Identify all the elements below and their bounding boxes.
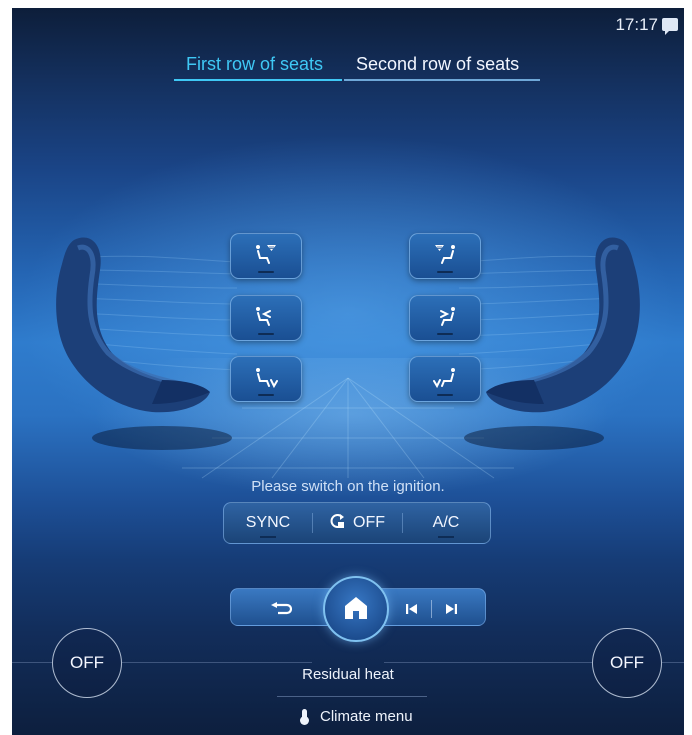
tab-first-row-underline [174,79,342,81]
nav-divider [431,600,432,618]
left-seat-fan-indicator [258,271,274,273]
home-icon [345,597,367,619]
right-off-line [662,662,684,663]
seat-ventilation-fan-icon [435,245,455,264]
right-seat [464,237,640,450]
left-seat-footwell-indicator [258,394,274,396]
recirculation-icon [330,514,344,528]
right-seat-fan-indicator [437,271,453,273]
sync-indicator [260,536,276,538]
seat-footwell-icon [256,368,278,389]
ac-label: A/C [432,514,460,531]
tab-first-row[interactable]: First row of seats [186,54,323,75]
sync-button[interactable]: SYNC [224,503,312,543]
left-divider-line [122,662,312,663]
recirculation-label: OFF [353,514,385,531]
tab-second-row[interactable]: Second row of seats [356,54,519,75]
climate-control-bar: SYNC OFF A/C [223,502,491,544]
left-seat [56,237,232,450]
recirculation-button[interactable]: OFF [312,503,402,543]
thermometer-icon [300,709,309,725]
right-zone-off-button[interactable]: OFF [592,628,662,698]
right-seat-upper-indicator [437,333,453,335]
right-seat-footwell-indicator [437,394,453,396]
left-seat-upper-indicator [258,333,274,335]
ac-indicator [438,536,454,538]
right-seat-footwell-button[interactable] [409,356,481,402]
left-seat-fan-button[interactable] [230,233,302,279]
next-track-icon[interactable] [444,602,458,616]
right-divider-line [384,662,592,663]
seat-upper-body-icon [256,307,271,326]
left-zone-off-button[interactable]: OFF [52,628,122,698]
airflow-lines [71,255,625,371]
home-button[interactable] [323,576,389,642]
tab-second-row-underline [344,79,540,81]
ac-button[interactable]: A/C [402,503,490,543]
residual-heat-button[interactable]: Residual heat [12,666,684,683]
seat-upper-body-icon [440,307,455,326]
left-seat-upper-button[interactable] [230,295,302,341]
message-icon[interactable] [662,18,678,35]
right-seat-fan-button[interactable] [409,233,481,279]
seat-ventilation-fan-icon [256,245,276,264]
climate-menu-button[interactable]: Climate menu [300,708,413,725]
climate-menu-label: Climate menu [320,708,413,725]
left-off-line [12,662,52,663]
status-time: 17:17 [615,15,658,34]
seat-footwell-icon [433,368,455,389]
back-icon[interactable] [270,602,292,616]
climate-screen: 17:17 First row of seats Second row of s… [12,8,684,735]
previous-track-icon[interactable] [405,602,419,616]
left-seat-footwell-button[interactable] [230,356,302,402]
residual-divider [277,696,427,697]
right-seat-upper-button[interactable] [409,295,481,341]
ignition-notice: Please switch on the ignition. [251,478,445,495]
sync-label: SYNC [245,514,291,531]
